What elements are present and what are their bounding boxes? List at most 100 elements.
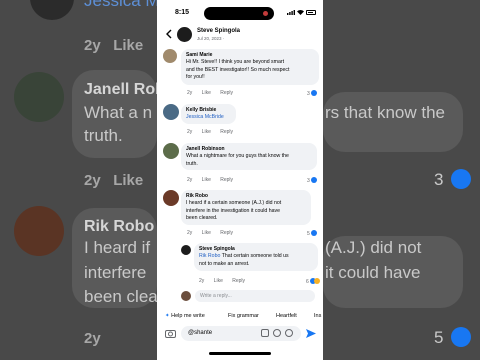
reply-button[interactable]: Reply xyxy=(220,129,233,135)
comment-author[interactable]: Kelly Brisbie xyxy=(186,107,231,114)
background-avatar xyxy=(14,72,64,122)
emoji-icon[interactable] xyxy=(285,329,293,337)
comment-actions: 2y Like Reply xyxy=(187,129,241,135)
comment-time: 2y xyxy=(199,278,205,284)
reply-button[interactable]: Reply xyxy=(220,230,233,236)
fix-grammar-chip[interactable]: Fix grammar xyxy=(228,311,259,322)
comment-actions: 2y Like Reply xyxy=(187,230,241,236)
gif-icon[interactable] xyxy=(261,329,269,337)
like-button[interactable]: Like xyxy=(202,230,211,236)
recording-dot-icon xyxy=(263,11,268,16)
reaction-count[interactable]: 5 xyxy=(307,230,317,237)
comment-author[interactable]: Steve Spingola xyxy=(199,246,313,253)
post-date: Jul 20, 2023 · xyxy=(197,36,225,41)
background-link: Jessica M xyxy=(84,0,160,10)
comment-text: for you!! xyxy=(186,74,205,81)
reply-button[interactable]: Reply xyxy=(232,278,245,284)
ins-chip[interactable]: Ins xyxy=(314,311,321,322)
signal-icon xyxy=(287,10,295,15)
avatar xyxy=(181,291,191,301)
comment: Rik Robo I heard if a certain someone (A… xyxy=(157,190,323,242)
comment-actions: 2y Like Reply xyxy=(187,90,241,96)
like-icon xyxy=(310,177,317,183)
background-text: (A.J.) did not xyxy=(325,238,422,257)
background-text: truth. xyxy=(84,126,123,145)
background-meta: 2y xyxy=(84,330,101,347)
comment-text: truth. xyxy=(186,160,198,167)
wow-icon xyxy=(313,278,320,284)
background-text: rs that know the xyxy=(325,103,446,122)
background-text: interfere xyxy=(84,263,147,282)
send-icon[interactable] xyxy=(306,329,316,338)
battery-icon xyxy=(306,10,316,15)
comment-input[interactable]: @shante xyxy=(181,326,301,341)
reaction-count[interactable]: 3 xyxy=(307,177,317,184)
mention-link[interactable]: Rik Robo xyxy=(199,253,220,259)
help-me-write-chip[interactable]: ✦ Help me write xyxy=(165,311,205,322)
comment-text: Rik Robo That certain someone told us xyxy=(199,253,289,259)
nested-reply: Steve Spingola Rik Robo That certain som… xyxy=(157,243,323,287)
comment-actions: 2y Like Reply xyxy=(187,177,241,183)
like-icon xyxy=(310,230,317,236)
avatar[interactable] xyxy=(177,27,192,42)
comment-author[interactable]: Sami Marie xyxy=(186,52,314,59)
comment-bubble: Kelly Brisbie Jessica McBride xyxy=(181,104,236,124)
comment-text: I heard if a certain someone (A.J.) did … xyxy=(186,200,282,206)
like-button[interactable]: Like xyxy=(202,129,211,135)
reaction-count[interactable]: 3 xyxy=(307,90,317,97)
post-header: Steve Spingola Jul 20, 2023 · xyxy=(157,24,323,46)
background-count: 5 xyxy=(434,328,444,347)
heartfelt-chip[interactable]: Heartfelt xyxy=(276,311,297,322)
suggestion-bar: ✦ Help me write Fix grammar Heartfelt In… xyxy=(157,311,323,323)
reply-row: Write a reply... xyxy=(181,290,317,302)
comment-text: been cleared. xyxy=(186,215,218,222)
composer: @shante xyxy=(157,325,323,345)
background-avatar xyxy=(14,206,64,256)
background-meta: 2y Like xyxy=(84,37,144,54)
avatar[interactable] xyxy=(181,245,191,255)
status-time: 8:15 xyxy=(175,9,190,16)
mention-link[interactable]: Jessica McBride xyxy=(186,114,231,122)
phone-screen: 8:15 Steve Spingola Jul 20, 2023 · Sami … xyxy=(157,0,323,360)
comment-author[interactable]: Janell Robinson xyxy=(186,146,312,153)
comment-text: Hi Mr. Steve!! I think you are beyond sm… xyxy=(186,59,285,65)
comment-bubble: Sami Marie Hi Mr. Steve!! I think you ar… xyxy=(181,49,319,85)
sticker-icon[interactable] xyxy=(273,329,281,337)
reply-button[interactable]: Reply xyxy=(220,177,233,183)
reply-button[interactable]: Reply xyxy=(220,90,233,96)
avatar[interactable] xyxy=(163,49,177,63)
comment: Sami Marie Hi Mr. Steve!! I think you ar… xyxy=(157,49,323,101)
like-button[interactable]: Like xyxy=(202,90,211,96)
like-icon xyxy=(310,90,317,96)
comment-text: not to make an arrest. xyxy=(199,260,250,267)
comment-time: 2y xyxy=(187,230,193,236)
comment-time: 2y xyxy=(187,90,193,96)
background-name: Rik Robo xyxy=(84,218,155,235)
avatar[interactable] xyxy=(163,143,179,159)
back-arrow-icon[interactable] xyxy=(165,29,173,39)
comment-bubble: Janell Robinson What a nightmare for you… xyxy=(181,143,317,170)
background-text: What a n xyxy=(84,103,153,122)
post-author-name[interactable]: Steve Spingola xyxy=(197,28,240,34)
comment-author[interactable]: Rik Robo xyxy=(186,193,306,200)
background-text: it could have xyxy=(325,263,421,282)
reply-input[interactable]: Write a reply... xyxy=(195,290,315,302)
background-text: been clea xyxy=(84,287,158,306)
like-button[interactable]: Like xyxy=(202,177,211,183)
avatar[interactable] xyxy=(163,190,179,206)
comment-text: interfere in the investigation it could … xyxy=(186,207,281,214)
comment-input-value: @shante xyxy=(188,330,213,336)
background-like-icon xyxy=(451,169,471,189)
home-indicator xyxy=(209,352,271,355)
avatar[interactable] xyxy=(163,104,179,120)
wifi-icon xyxy=(297,9,304,15)
comment: Kelly Brisbie Jessica McBride 2y Like Re… xyxy=(157,104,323,136)
status-bar: 8:15 xyxy=(157,0,323,24)
dynamic-island xyxy=(204,7,274,20)
comment-bubble: Steve Spingola Rik Robo That certain som… xyxy=(194,243,318,271)
camera-icon[interactable] xyxy=(165,329,176,338)
background-text: I heard if xyxy=(84,238,151,257)
like-button[interactable]: Like xyxy=(214,278,223,284)
comment-text: What a nightmare for you guys that know … xyxy=(186,153,289,159)
reaction-count[interactable]: 6 xyxy=(306,278,320,285)
